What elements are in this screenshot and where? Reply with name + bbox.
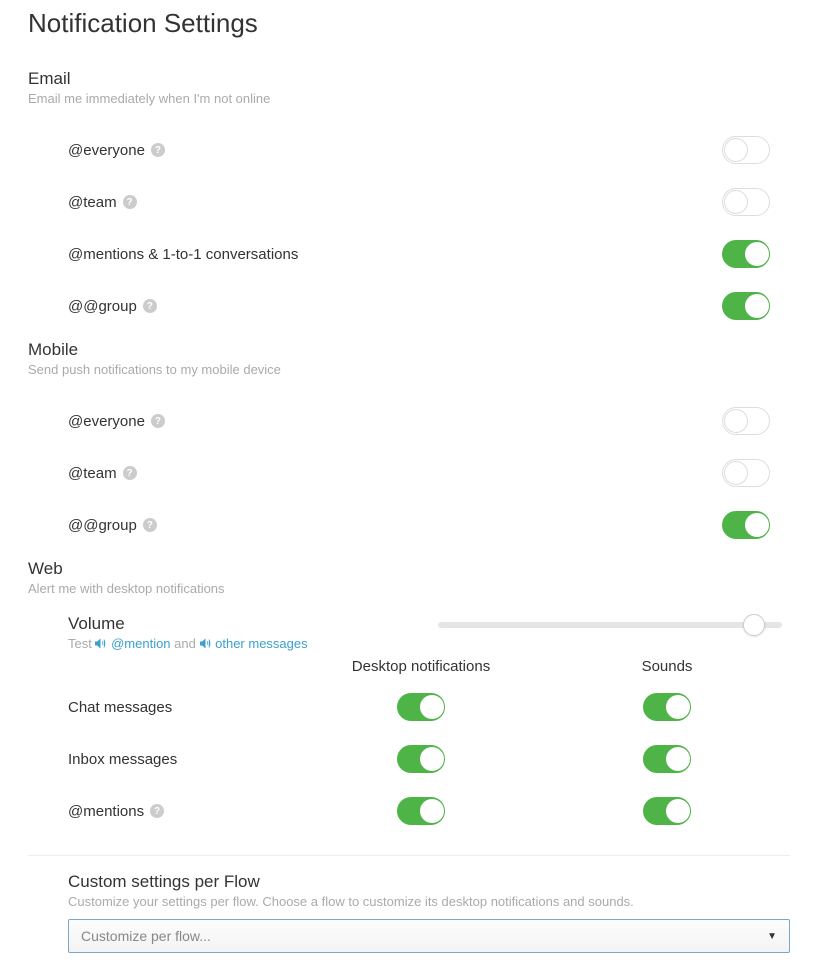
email-section-title: Email <box>28 69 790 89</box>
mobile-row-label: @everyone? <box>68 413 610 430</box>
desktop-notifications-toggle[interactable] <box>397 693 445 721</box>
sounds-toggle[interactable] <box>643 745 691 773</box>
row-label-text: Inbox messages <box>68 751 177 768</box>
volume-slider[interactable] <box>438 622 782 628</box>
test-other-link[interactable]: other messages <box>200 636 308 651</box>
custom-settings-desc: Customize your settings per flow. Choose… <box>68 894 790 909</box>
custom-settings-block: Custom settings per Flow Customize your … <box>28 855 790 953</box>
web-row-label: @mentions? <box>68 803 298 820</box>
mobile-toggle[interactable] <box>722 407 770 435</box>
mobile-section: Mobile Send push notifications to my mob… <box>28 340 790 551</box>
help-icon[interactable]: ? <box>150 804 164 818</box>
email-section: Email Email me immediately when I'm not … <box>28 69 790 332</box>
mobile-row-label: @team? <box>68 465 610 482</box>
mobile-toggle[interactable] <box>722 511 770 539</box>
desktop-notifications-header: Desktop notifications <box>298 658 544 675</box>
help-icon[interactable]: ? <box>151 143 165 157</box>
sound-icon <box>200 637 212 652</box>
row-label-text: @mentions <box>68 803 144 820</box>
web-row: Chat messages <box>28 681 790 733</box>
mobile-section-desc: Send push notifications to my mobile dev… <box>28 362 790 377</box>
web-row: @mentions? <box>28 785 790 837</box>
row-label-text: @@group <box>68 298 137 315</box>
row-label-text: @team <box>68 194 117 211</box>
help-icon[interactable]: ? <box>151 414 165 428</box>
desktop-notifications-toggle[interactable] <box>397 797 445 825</box>
desktop-notifications-toggle[interactable] <box>397 745 445 773</box>
help-icon[interactable]: ? <box>143 299 157 313</box>
volume-test-line: Test @mention and other messages <box>68 636 418 652</box>
row-label-text: @everyone <box>68 413 145 430</box>
row-label-text: @everyone <box>68 142 145 159</box>
web-row: Inbox messages <box>28 733 790 785</box>
web-section: Web Alert me with desktop notifications … <box>28 559 790 953</box>
email-row-label: @mentions & 1-to-1 conversations <box>68 246 610 263</box>
mobile-row: @team? <box>28 447 790 499</box>
row-label-text: @team <box>68 465 117 482</box>
help-icon[interactable]: ? <box>123 466 137 480</box>
volume-title: Volume <box>68 614 418 634</box>
email-row: @mentions & 1-to-1 conversations <box>28 228 790 280</box>
custom-settings-title: Custom settings per Flow <box>68 872 790 892</box>
page-title: Notification Settings <box>28 8 790 39</box>
sound-icon <box>95 637 107 652</box>
volume-test-prefix: Test <box>68 636 92 651</box>
row-label-text: @mentions & 1-to-1 conversations <box>68 246 298 263</box>
chevron-down-icon: ▼ <box>767 931 777 942</box>
sounds-header: Sounds <box>544 658 790 675</box>
web-section-desc: Alert me with desktop notifications <box>28 581 790 596</box>
mobile-section-title: Mobile <box>28 340 790 360</box>
mobile-toggle[interactable] <box>722 459 770 487</box>
email-row: @@group? <box>28 280 790 332</box>
email-toggle[interactable] <box>722 240 770 268</box>
sounds-toggle[interactable] <box>643 797 691 825</box>
email-row-label: @team? <box>68 194 610 211</box>
email-toggle[interactable] <box>722 136 770 164</box>
customize-per-flow-select[interactable]: Customize per flow... ▼ <box>68 919 790 953</box>
help-icon[interactable]: ? <box>143 518 157 532</box>
customize-per-flow-placeholder: Customize per flow... <box>81 928 211 944</box>
email-row-label: @@group? <box>68 298 610 315</box>
volume-slider-knob[interactable] <box>743 614 765 636</box>
email-toggle[interactable] <box>722 188 770 216</box>
web-section-title: Web <box>28 559 790 579</box>
mobile-row-label: @@group? <box>68 517 610 534</box>
mobile-row: @@group? <box>28 499 790 551</box>
row-label-text: @@group <box>68 517 137 534</box>
email-row: @everyone? <box>28 124 790 176</box>
web-row-label: Inbox messages <box>68 751 298 768</box>
sounds-toggle[interactable] <box>643 693 691 721</box>
mobile-row: @everyone? <box>28 395 790 447</box>
email-section-desc: Email me immediately when I'm not online <box>28 91 790 106</box>
row-label-text: Chat messages <box>68 699 172 716</box>
volume-test-and: and <box>174 636 196 651</box>
email-row-label: @everyone? <box>68 142 610 159</box>
help-icon[interactable]: ? <box>123 195 137 209</box>
web-row-label: Chat messages <box>68 699 298 716</box>
email-row: @team? <box>28 176 790 228</box>
email-toggle[interactable] <box>722 292 770 320</box>
test-mention-link[interactable]: @mention <box>95 636 174 651</box>
